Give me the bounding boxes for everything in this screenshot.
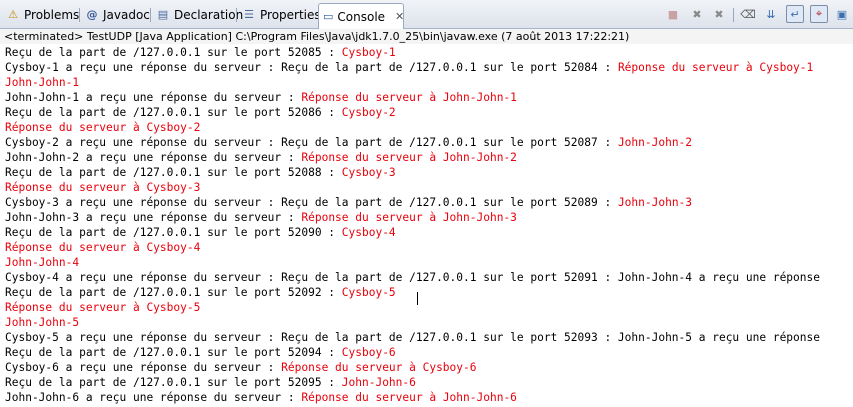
console-output-text: Réponse du serveur à Cysboy-6 bbox=[281, 361, 477, 374]
console-output-text: Cysboy-3 bbox=[341, 166, 396, 179]
console-output-text: Cysboy-5 bbox=[341, 286, 396, 299]
console-line: Cysboy-3 a reçu une réponse du serveur :… bbox=[5, 195, 692, 210]
console-line: Cysboy-4 a reçu une réponse du serveur :… bbox=[5, 270, 820, 285]
clear-console-icon[interactable]: ⌫ bbox=[739, 5, 757, 23]
tab-separator bbox=[236, 8, 237, 22]
toolbar-separator bbox=[733, 8, 734, 22]
console-text: John-John-1 a reçu une réponse du serveu… bbox=[5, 91, 302, 104]
console-text: Cysboy-3 a reçu une réponse du serveur :… bbox=[5, 196, 618, 209]
console-text: Reçu de la part de /127.0.0.1 sur le por… bbox=[5, 346, 342, 359]
console-output-text: Cysboy-4 bbox=[341, 226, 396, 239]
tab-properties[interactable]: ☰ Properties bbox=[238, 4, 325, 26]
tab-separator bbox=[79, 8, 80, 22]
remove-launch-icon[interactable]: ✖ bbox=[688, 5, 706, 23]
console-output-text: Cysboy-6 bbox=[341, 346, 396, 359]
tab-declaration[interactable]: ▤ Declaration bbox=[152, 4, 247, 26]
problems-icon: ⚠ bbox=[8, 8, 18, 21]
console-line: Cysboy-5 a reçu une réponse du serveur :… bbox=[5, 330, 820, 345]
console-line: Reçu de la part de /127.0.0.1 sur le por… bbox=[5, 345, 396, 360]
tab-label: Declaration bbox=[174, 8, 244, 22]
console-icon: ▭ bbox=[323, 9, 334, 23]
console-text: Reçu de la part de /127.0.0.1 sur le por… bbox=[5, 226, 342, 239]
console-line: Cysboy-6 a reçu une réponse du serveur :… bbox=[5, 360, 476, 375]
remove-all-terminated-icon[interactable]: ✖ bbox=[710, 5, 728, 23]
console-line: Reçu de la part de /127.0.0.1 sur le por… bbox=[5, 45, 396, 60]
javadoc-icon: @ bbox=[86, 8, 98, 21]
text-caret bbox=[417, 292, 418, 305]
console-output-text: John-John-2 bbox=[617, 136, 693, 149]
console-output-text: John-John-5 bbox=[5, 316, 80, 329]
tab-label: Problems bbox=[24, 8, 80, 22]
console-output-text: John-John-1 bbox=[5, 76, 80, 89]
declaration-icon: ▤ bbox=[157, 8, 169, 21]
console-text: John-John-3 a reçu une réponse du serveu… bbox=[5, 211, 302, 224]
console-line: Réponse du serveur à Cysboy-5 bbox=[5, 300, 200, 315]
tab-label: Properties bbox=[260, 8, 321, 22]
tab-label: Console bbox=[337, 9, 386, 24]
tab-problems[interactable]: ⚠ Problems bbox=[2, 4, 83, 26]
console-line: John-John-3 a reçu une réponse du serveu… bbox=[5, 210, 517, 225]
console-status-line: <terminated> TestUDP [Java Application] … bbox=[0, 29, 853, 44]
console-text: Cysboy-5 a reçu une réponse du serveur :… bbox=[5, 331, 820, 344]
console-line: John-John-4 bbox=[5, 255, 79, 270]
display-console-icon[interactable]: ▣ bbox=[833, 5, 851, 23]
console-text: Cysboy-6 a reçu une réponse du serveur : bbox=[5, 361, 282, 374]
console-output-text: Réponse du serveur à Cysboy-4 bbox=[5, 241, 201, 254]
console-text: John-John-2 a reçu une réponse du serveu… bbox=[5, 151, 302, 164]
console-text: Cysboy-2 a reçu une réponse du serveur :… bbox=[5, 136, 618, 149]
console-text: Reçu de la part de /127.0.0.1 sur le por… bbox=[5, 106, 342, 119]
console-output-text: Réponse du serveur à John-John-6 bbox=[301, 391, 517, 404]
console-output-text: John-John-4 bbox=[5, 256, 80, 269]
console-line: Reçu de la part de /127.0.0.1 sur le por… bbox=[5, 165, 396, 180]
console-line: Reçu de la part de /127.0.0.1 sur le por… bbox=[5, 285, 396, 300]
console-text: Cysboy-4 a reçu une réponse du serveur :… bbox=[5, 271, 820, 284]
console-output-text: Réponse du serveur à Cysboy-5 bbox=[5, 301, 201, 314]
console-line: Cysboy-2 a reçu une réponse du serveur :… bbox=[5, 135, 692, 150]
word-wrap-icon[interactable]: ↵ bbox=[786, 5, 804, 23]
console-text: Cysboy-1 a reçu une réponse du serveur :… bbox=[5, 61, 618, 74]
console-line: Reçu de la part de /127.0.0.1 sur le por… bbox=[5, 375, 416, 390]
console-output-text: Réponse du serveur à Cysboy-2 bbox=[5, 121, 201, 134]
console-line: Réponse du serveur à Cysboy-3 bbox=[5, 180, 200, 195]
pin-console-icon[interactable]: ⌖ bbox=[810, 5, 828, 23]
console-output-text: John-John-3 bbox=[617, 196, 693, 209]
view-tab-bar: ⚠ Problems @ Javadoc ▤ Declaration ☰ Pro… bbox=[0, 0, 853, 29]
console-output-text: Réponse du serveur à Cysboy-3 bbox=[5, 181, 201, 194]
tab-separator bbox=[150, 8, 151, 22]
console-line: John-John-1 a reçu une réponse du serveu… bbox=[5, 90, 517, 105]
console-text: John-John-6 a reçu une réponse du serveu… bbox=[5, 391, 302, 404]
close-icon[interactable]: ✕ bbox=[395, 10, 404, 23]
console-line: John-John-6 a reçu une réponse du serveu… bbox=[5, 390, 517, 405]
console-output-text: Cysboy-1 bbox=[341, 46, 396, 59]
tab-console[interactable]: ▭ Console ✕ bbox=[318, 3, 404, 29]
console-output-text: Réponse du serveur à John-John-2 bbox=[301, 151, 517, 164]
console-output-text: Réponse du serveur à John-John-1 bbox=[301, 91, 517, 104]
terminate-icon[interactable]: ■ bbox=[664, 5, 682, 23]
console-text: Reçu de la part de /127.0.0.1 sur le por… bbox=[5, 376, 342, 389]
console-line: Réponse du serveur à Cysboy-2 bbox=[5, 120, 200, 135]
console-output-text: Réponse du serveur à Cysboy-1 bbox=[617, 61, 814, 74]
console-line: Reçu de la part de /127.0.0.1 sur le por… bbox=[5, 105, 396, 120]
console-output-text: Réponse du serveur à John-John-3 bbox=[301, 211, 517, 224]
console-output[interactable]: Reçu de la part de /127.0.0.1 sur le por… bbox=[0, 44, 853, 407]
console-line: John-John-2 a reçu une réponse du serveu… bbox=[5, 150, 517, 165]
console-line: Reçu de la part de /127.0.0.1 sur le por… bbox=[5, 225, 396, 240]
tab-javadoc[interactable]: @ Javadoc bbox=[81, 4, 154, 26]
console-output-text: John-John-6 bbox=[341, 376, 416, 389]
console-output-text: Cysboy-2 bbox=[341, 106, 396, 119]
console-text: Reçu de la part de /127.0.0.1 sur le por… bbox=[5, 46, 342, 59]
console-line: Réponse du serveur à Cysboy-4 bbox=[5, 240, 200, 255]
console-line: Cysboy-1 a reçu une réponse du serveur :… bbox=[5, 60, 813, 75]
console-text: Reçu de la part de /127.0.0.1 sur le por… bbox=[5, 166, 342, 179]
console-line: John-John-1 bbox=[5, 75, 79, 90]
scroll-lock-icon[interactable]: ⇊ bbox=[762, 5, 780, 23]
console-text: Reçu de la part de /127.0.0.1 sur le por… bbox=[5, 286, 342, 299]
properties-icon: ☰ bbox=[244, 8, 254, 21]
console-line: John-John-5 bbox=[5, 315, 79, 330]
tab-label: Javadoc bbox=[103, 8, 150, 22]
